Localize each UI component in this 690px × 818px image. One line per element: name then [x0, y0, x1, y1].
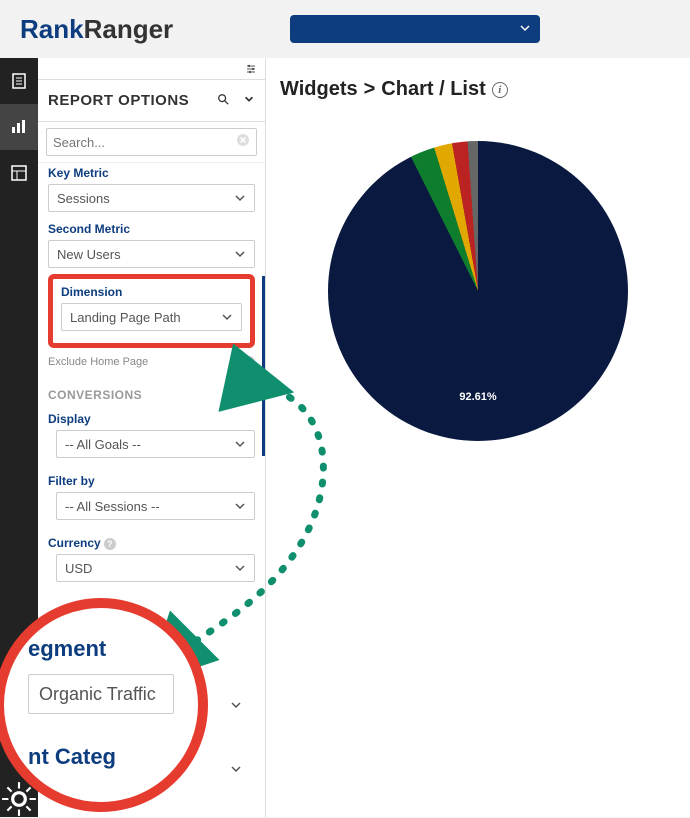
collapse-icon[interactable] — [243, 92, 255, 109]
chevron-down-icon — [234, 192, 246, 204]
logo-part-rank: Rank — [20, 14, 84, 44]
exclude-home-toggle[interactable] — [231, 356, 255, 368]
chevron-down-icon — [234, 438, 246, 450]
pie-primary-label: 92.61% — [328, 391, 628, 403]
exclude-home-row: Exclude Home Page — [48, 356, 255, 368]
conversions-header: CONVERSIONS — [48, 388, 255, 402]
rail-item-chart[interactable] — [0, 104, 38, 150]
caret-down-icon — [520, 20, 530, 38]
key-metric-select[interactable]: Sessions — [48, 184, 255, 212]
search-icon[interactable] — [217, 92, 229, 109]
display-label: Display — [48, 412, 255, 426]
chevron-down-icon — [234, 500, 246, 512]
help-icon[interactable]: ? — [104, 538, 116, 550]
search-input-wrap[interactable] — [46, 128, 257, 156]
layout-icon — [10, 164, 28, 182]
panel-sliders-button[interactable] — [38, 58, 265, 80]
crumb-root[interactable]: Widgets — [280, 78, 358, 101]
segment-select[interactable]: Organic Traffic — [28, 674, 174, 714]
filter-value: -- All Sessions -- — [65, 499, 160, 514]
second-metric-select[interactable]: New Users — [48, 240, 255, 268]
second-metric-value: New Users — [57, 247, 121, 262]
key-metric-label: Key Metric — [48, 166, 255, 180]
dimension-value: Landing Page Path — [70, 310, 181, 325]
crumb-leaf: Chart / List — [381, 78, 485, 101]
display-value: -- All Goals -- — [65, 437, 141, 452]
zoom-callout: egment Organic Traffic nt Categ — [0, 598, 208, 812]
segment-label: egment — [28, 636, 174, 662]
top-dropdown[interactable] — [290, 15, 540, 43]
rail-item-layout[interactable] — [0, 150, 38, 196]
chevron-down-icon — [230, 763, 242, 775]
filter-select[interactable]: -- All Sessions -- — [56, 492, 255, 520]
zoom-side-chevrons — [225, 694, 247, 780]
exclude-home-label: Exclude Home Page — [48, 356, 148, 368]
panel-title-row: REPORT OPTIONS — [38, 80, 265, 122]
key-metric-value: Sessions — [57, 191, 110, 206]
category-select-chevron[interactable] — [225, 758, 247, 780]
rail-item-doc[interactable] — [0, 58, 38, 104]
dimension-highlight: Dimension Landing Page Path — [48, 274, 255, 348]
currency-select[interactable]: USD — [56, 554, 255, 582]
chevron-down-icon — [221, 311, 233, 323]
segment-select-chevron[interactable] — [225, 694, 247, 716]
panel-title: REPORT OPTIONS — [48, 92, 189, 109]
active-section-indicator — [262, 276, 265, 456]
pie-chart[interactable]: 92.61% — [328, 141, 628, 441]
top-bar: RankRanger — [0, 0, 690, 58]
info-icon[interactable]: i — [492, 82, 508, 98]
main-area: Widgets > Chart / List i 92.61% — [266, 58, 690, 817]
second-metric-label: Second Metric — [48, 222, 255, 236]
chevron-down-icon — [234, 248, 246, 260]
segment-value: Organic Traffic — [39, 684, 156, 705]
dimension-label: Dimension — [61, 285, 242, 299]
bar-chart-icon — [10, 118, 28, 136]
chevron-down-icon — [234, 562, 246, 574]
filter-label: Filter by — [48, 474, 255, 488]
currency-value: USD — [65, 561, 92, 576]
crumb-sep: > — [364, 78, 376, 101]
content-category-label: nt Categ — [28, 744, 174, 770]
currency-label: Currency? — [48, 536, 255, 550]
sliders-icon — [245, 63, 257, 75]
clear-icon[interactable] — [236, 133, 250, 152]
logo: RankRanger — [20, 14, 173, 45]
breadcrumb: Widgets > Chart / List i — [280, 78, 676, 101]
search-input[interactable] — [53, 135, 236, 150]
chevron-down-icon — [230, 699, 242, 711]
document-icon — [10, 72, 28, 90]
dimension-select[interactable]: Landing Page Path — [61, 303, 242, 331]
logo-part-ranger: Ranger — [84, 14, 174, 44]
display-select[interactable]: -- All Goals -- — [56, 430, 255, 458]
